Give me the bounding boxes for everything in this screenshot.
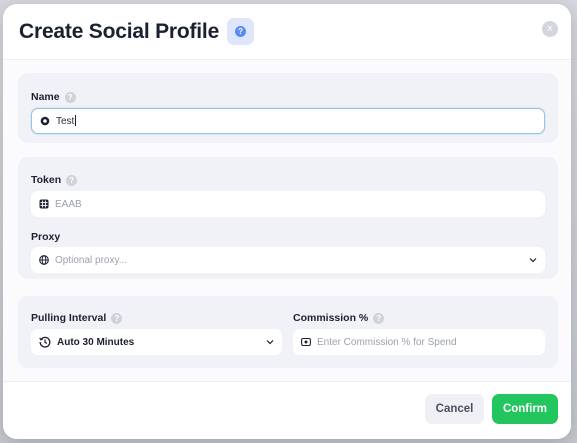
confirm-button[interactable]: Confirm [492, 394, 558, 424]
coin-icon [301, 337, 311, 347]
chevron-down-icon [529, 258, 537, 263]
create-social-profile-dialog: Create Social Profile ? × Name ? Test To… [3, 4, 571, 439]
proxy-placeholder: Optional proxy... [55, 254, 128, 266]
pulling-interval-value: Auto 30 Minutes [57, 336, 135, 348]
name-label-text: Name [31, 91, 60, 103]
pulling-interval-help-icon[interactable]: ? [111, 312, 123, 324]
proxy-label-text: Proxy [31, 231, 61, 243]
name-label: Name ? [31, 91, 76, 103]
name-value: Test [56, 116, 75, 127]
name-input[interactable]: Test [31, 108, 545, 134]
name-section: Name ? Test [18, 73, 558, 143]
grid-icon [39, 199, 49, 209]
commission-help-icon[interactable]: ? [373, 312, 385, 324]
dialog-header: Create Social Profile ? × [3, 4, 571, 60]
globe-icon [39, 255, 49, 265]
commission-input[interactable]: Enter Commission % for Spend [293, 329, 545, 355]
token-input[interactable]: EAAB [31, 191, 545, 217]
circle-dot-icon [40, 116, 50, 126]
dialog-body: Name ? Test Token ? EAAB Proxy Optional … [3, 61, 571, 381]
token-label: Token ? [31, 174, 78, 186]
name-help-icon[interactable]: ? [64, 91, 76, 103]
commission-label: Commission % ? [293, 312, 385, 324]
proxy-select[interactable]: Optional proxy... [31, 247, 545, 273]
token-placeholder: EAAB [55, 198, 82, 210]
token-proxy-section: Token ? EAAB Proxy Optional proxy... [18, 157, 558, 279]
close-button[interactable]: × [542, 21, 558, 37]
help-button[interactable]: ? [227, 18, 255, 45]
cancel-button[interactable]: Cancel [425, 394, 484, 424]
token-label-text: Token [31, 174, 62, 186]
interval-commission-section: Pulling Interval ? Auto 30 Minutes Commi… [18, 296, 558, 368]
commission-placeholder: Enter Commission % for Spend [317, 336, 457, 348]
dialog-title: Create Social Profile [19, 19, 220, 43]
token-help-icon[interactable]: ? [66, 174, 78, 186]
text-caret [75, 115, 77, 126]
dialog-footer: Cancel Confirm [3, 381, 571, 439]
proxy-label: Proxy [31, 231, 60, 243]
pulling-interval-select[interactable]: Auto 30 Minutes [31, 329, 282, 355]
pulling-interval-label: Pulling Interval ? [31, 312, 123, 324]
commission-label-text: Commission % [293, 312, 369, 324]
pulling-interval-label-text: Pulling Interval [31, 312, 107, 324]
history-icon [39, 336, 51, 348]
chevron-down-icon [266, 340, 274, 345]
help-icon: ? [235, 26, 247, 37]
